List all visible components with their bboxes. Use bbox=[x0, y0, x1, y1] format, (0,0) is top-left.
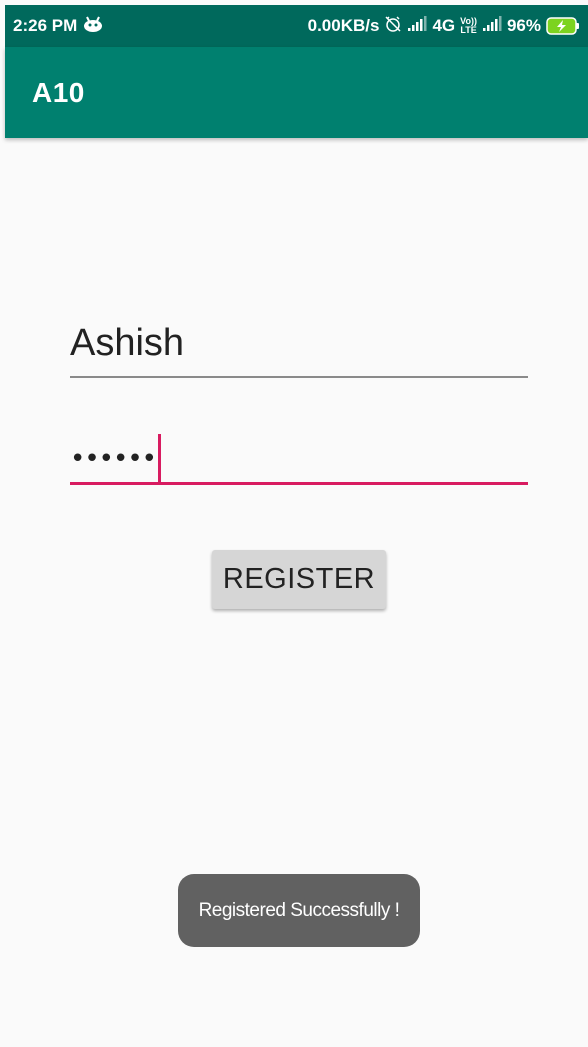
status-right: 0.00KB/s 4G Vo)) LTE 96% bbox=[308, 15, 580, 38]
android-debug-icon bbox=[83, 16, 103, 37]
battery-charging-icon bbox=[546, 17, 580, 35]
status-left: 2:26 PM bbox=[13, 16, 103, 37]
signal-strength-icon-1 bbox=[407, 15, 427, 37]
app-screen: 2:26 PM 0.00KB/s 4G Vo)) LTE 96% A10 Ash… bbox=[0, 0, 588, 1047]
password-value: •••••• bbox=[70, 444, 157, 474]
signal-strength-icon-2 bbox=[482, 15, 502, 37]
volte-bottom: LTE bbox=[460, 25, 477, 35]
password-field[interactable]: •••••• bbox=[70, 424, 528, 485]
alarm-off-icon bbox=[384, 15, 402, 38]
volte-badge: Vo)) LTE bbox=[460, 17, 477, 35]
toast-text: Registered Successfully ! bbox=[198, 899, 400, 921]
status-time: 2:26 PM bbox=[13, 16, 78, 35]
network-speed: 0.00KB/s bbox=[307, 16, 380, 35]
status-bar: 2:26 PM 0.00KB/s 4G Vo)) LTE 96% bbox=[5, 5, 588, 47]
battery-percent: 96% bbox=[506, 16, 541, 35]
register-button[interactable]: REGISTER bbox=[212, 550, 386, 609]
network-type: 4G bbox=[432, 16, 456, 35]
text-cursor bbox=[158, 434, 162, 484]
username-field[interactable]: Ashish bbox=[70, 318, 528, 378]
app-title: A10 bbox=[32, 76, 85, 108]
password-wrapper: •••••• bbox=[70, 434, 162, 484]
toast-message: Registered Successfully ! bbox=[178, 874, 420, 947]
username-value: Ashish bbox=[70, 322, 185, 364]
app-bar: A10 bbox=[5, 47, 588, 138]
